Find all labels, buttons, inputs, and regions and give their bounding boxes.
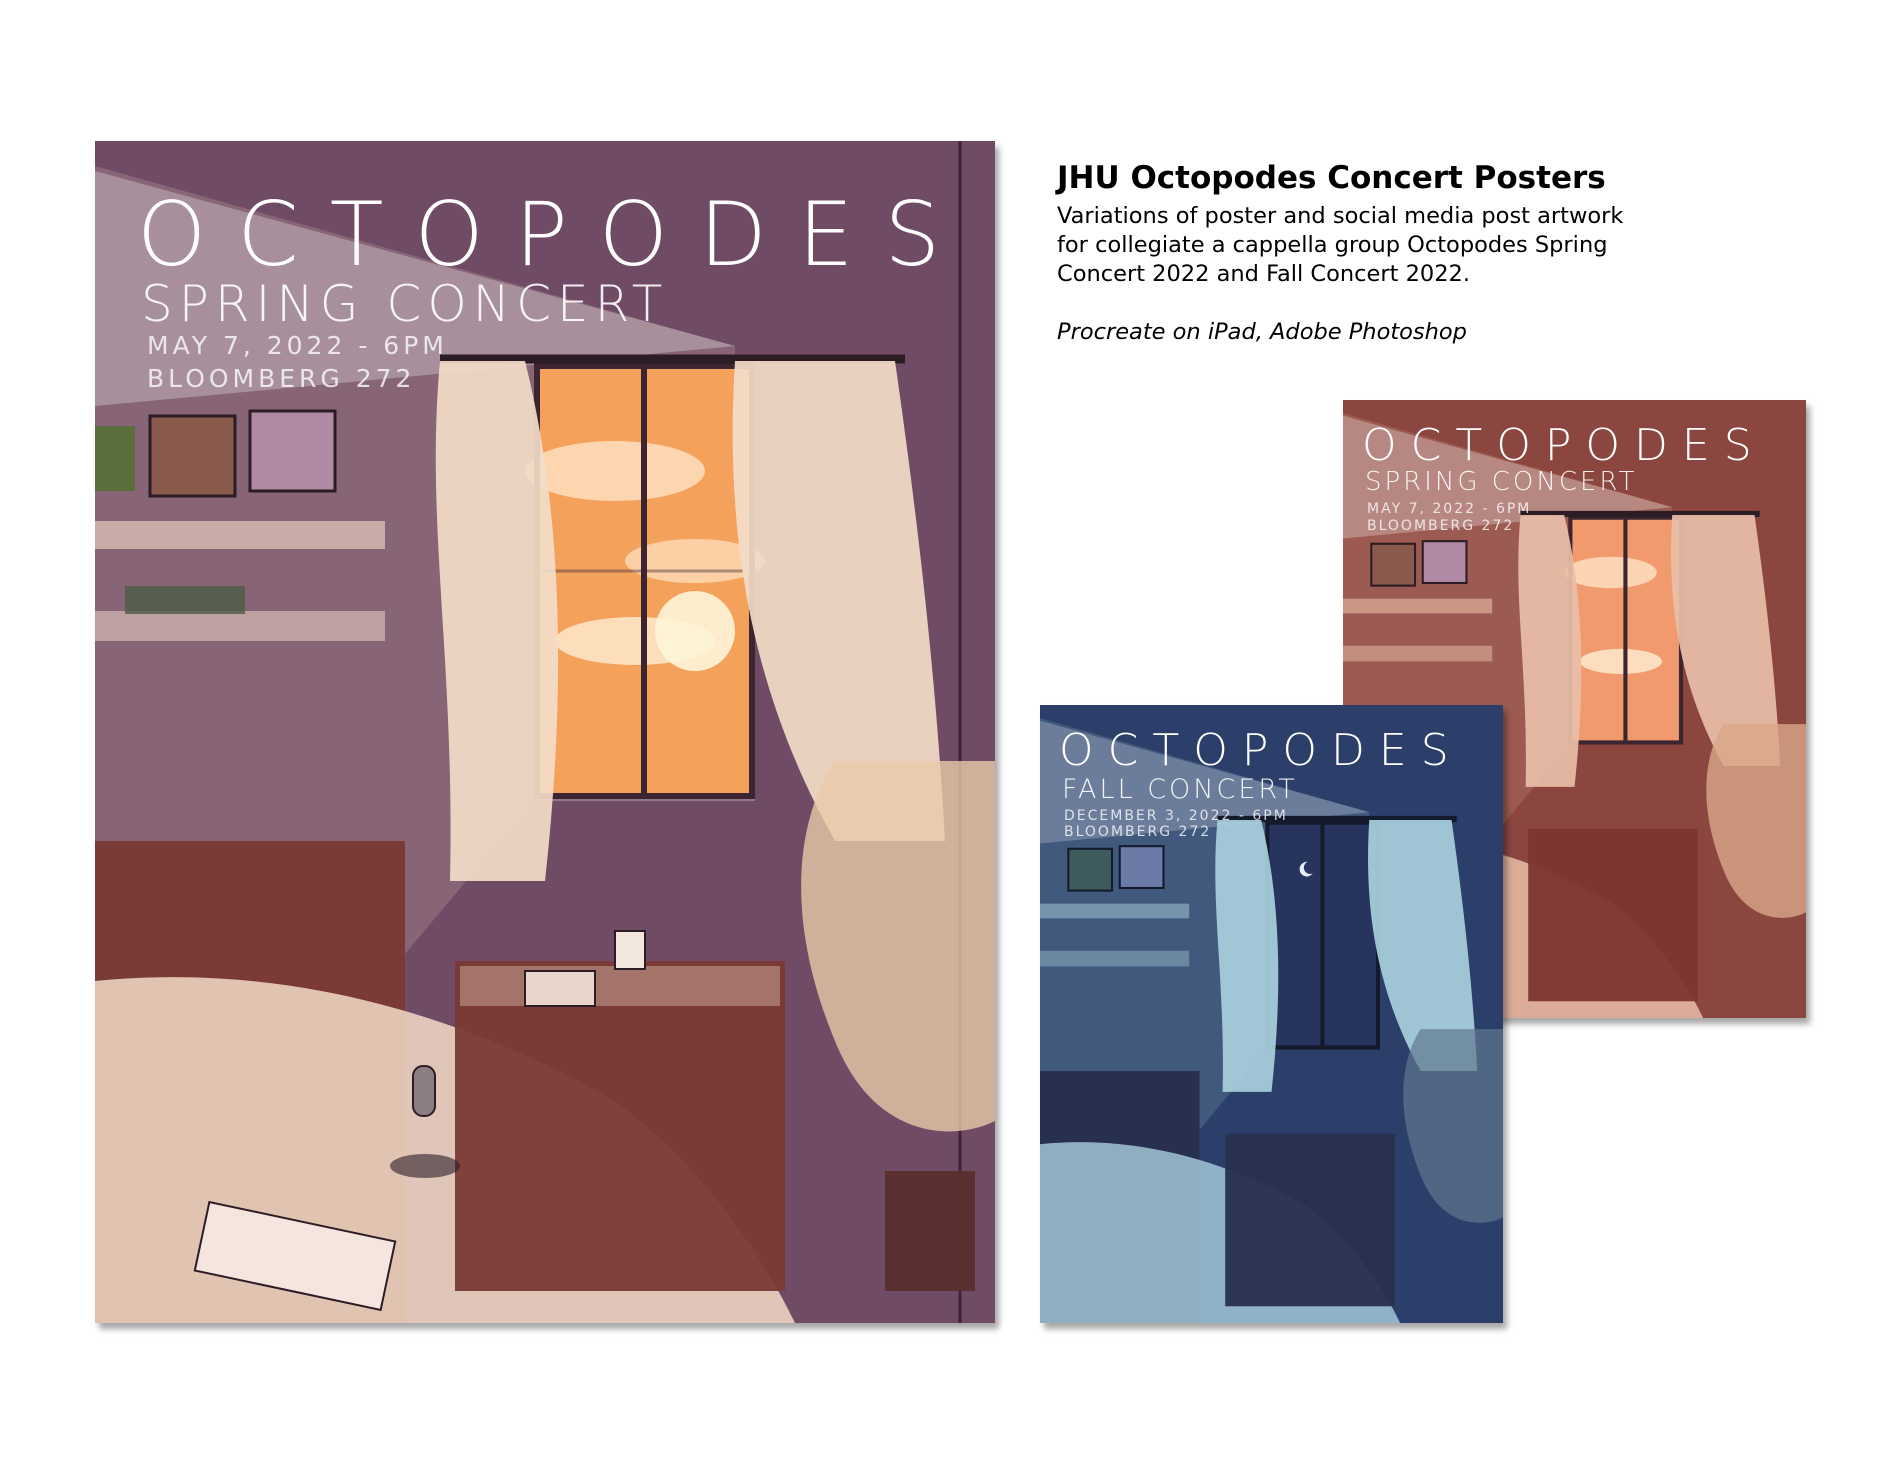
poster-title: OCTOPODES: [1362, 420, 1766, 471]
poster-title: OCTOPODES: [1059, 725, 1463, 776]
poster-location: BLOOMBERG 272: [1064, 824, 1212, 840]
fall-concert-poster: OCTOPODES FALL CONCERT DECEMBER 3, 2022 …: [1040, 705, 1503, 1323]
poster-title: OCTOPODES: [137, 183, 972, 286]
spring-concert-poster-large: OCTOPODES SPRING CONCERT MAY 7, 2022 - 6…: [95, 141, 995, 1323]
poster-subtitle: SPRING CONCERT: [1365, 467, 1638, 497]
project-description: Variations of poster and social media po…: [1057, 203, 1624, 287]
poster-date: DECEMBER 3, 2022 - 6PM: [1064, 808, 1288, 824]
poster-location: BLOOMBERG 272: [147, 364, 416, 393]
poster-subtitle: FALL CONCERT: [1062, 774, 1298, 805]
project-title: JHU Octopodes Concert Posters: [1057, 160, 1606, 196]
project-tools: Procreate on iPad, Adobe Photoshop: [1057, 319, 1467, 345]
poster-date: MAY 7, 2022 - 6PM: [147, 331, 448, 360]
project-info: JHU Octopodes Concert Posters Variations…: [1057, 158, 1677, 347]
poster-location: BLOOMBERG 272: [1367, 518, 1515, 534]
poster-subtitle: SPRING CONCERT: [141, 275, 669, 333]
poster-date: MAY 7, 2022 - 6PM: [1367, 501, 1532, 517]
